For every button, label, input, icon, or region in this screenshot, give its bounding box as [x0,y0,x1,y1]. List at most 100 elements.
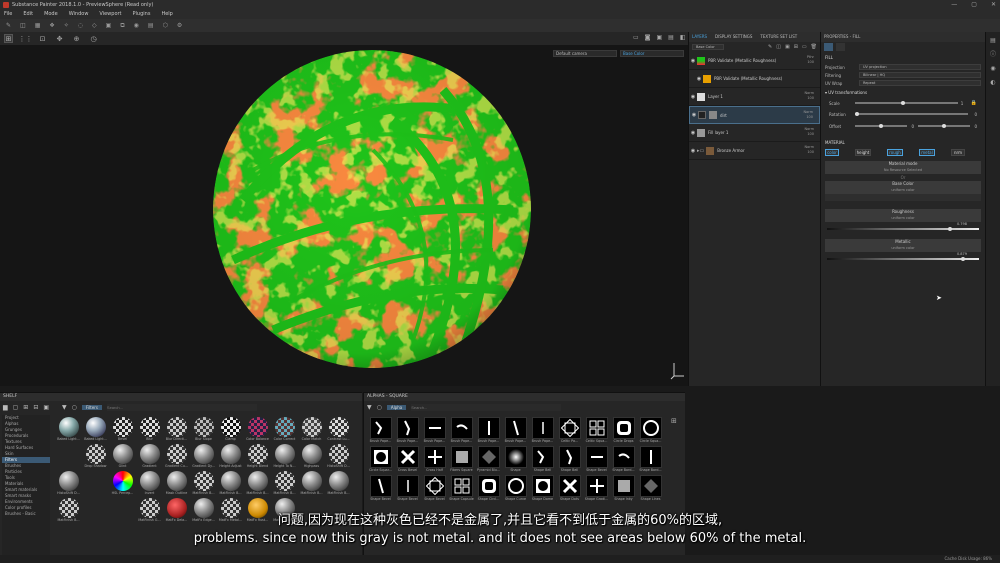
lock-icon[interactable]: 🔒 [971,100,977,106]
add-folder-icon[interactable]: ▭ [802,44,807,50]
alpha-item[interactable]: Shape Gradi... [584,475,609,502]
camera-select[interactable]: Default camera [553,50,617,57]
filter-tag[interactable]: Alpha [386,404,407,410]
alpha-item[interactable]: Shape Capsule [449,475,474,502]
alpha-item[interactable]: Brush Pape... [422,417,447,444]
layer-row-selected[interactable]: ◉ dirt Norm 100 [689,106,820,124]
shelf-search-input[interactable] [106,403,257,411]
shelf-item[interactable]: Baked Light... [56,417,81,442]
uv-transform-header[interactable]: ▾ UV transformations [821,87,985,98]
filtering-select[interactable]: Bilinear | HQ [859,72,981,78]
alpha-item[interactable]: Shape Bevel [395,475,420,502]
add-fill-icon[interactable]: ▣ [785,44,790,50]
menu-window[interactable]: Window [69,10,89,19]
shelf-item[interactable]: MatFinish B... [272,471,297,496]
alpha-item[interactable]: Brush Pape... [530,417,555,444]
shelf-item[interactable]: MatFinish B... [326,471,351,496]
dots-grid-icon[interactable]: ⋮⋮ [19,34,33,43]
shelf-item[interactable]: Clamp [218,417,243,442]
layer-row[interactable]: ◉ PBR Validate (Metallic Roughness) Pthr… [689,52,820,70]
alpha-item[interactable]: Shape Circl... [476,475,501,502]
shelf-item[interactable] [56,444,81,469]
alpha-item[interactable]: Shape Bevel [422,475,447,502]
metal-toggle[interactable]: metal [919,149,935,156]
layer-channel-select[interactable]: Base Color [692,44,724,50]
offset-x-slider[interactable] [855,124,908,128]
shelf-item[interactable]: Bevel [110,417,135,442]
visibility-eye-icon[interactable]: ◉ [689,94,697,100]
height-toggle[interactable]: height [855,149,871,156]
shelf-item[interactable]: Invert [137,471,162,496]
alpha-item[interactable]: Shape Bell [557,446,582,473]
layer-row[interactable]: ◉ Fill layer 1 Norm 100 [689,124,820,142]
projection-tool-icon[interactable]: ▦ [35,22,41,29]
alpha-item[interactable]: Brush Pape... [449,417,474,444]
reload-icon[interactable]: ⊟ [33,404,38,411]
picker-tool-icon[interactable]: ◌ [78,22,83,29]
channel-select[interactable]: Base Color [620,50,684,57]
search-icon[interactable]: ○ [72,404,77,411]
alpha-item[interactable]: Shape [503,446,528,473]
shelf-item[interactable]: Gradient Cu... [164,444,189,469]
preview-sphere[interactable] [213,50,531,368]
uv-wrap-select[interactable]: Repeat [859,80,981,86]
material-mode-box[interactable]: Material mode No Resource Selected [825,161,981,174]
fill-tab-icon[interactable] [824,43,833,51]
alpha-item[interactable]: Brush Pape... [368,417,393,444]
alpha-item[interactable]: Shape Bell [530,446,555,473]
menu-help[interactable]: Help [161,10,172,19]
alpha-item[interactable]: Circle Squar... [368,446,393,473]
shelf-item[interactable]: Height Adjust [218,444,243,469]
settings-icon[interactable]: ⚙ [177,22,182,29]
shelf-item[interactable]: Baked Light... [83,417,108,442]
display-icon[interactable]: ▤ [668,34,674,41]
clone-tool-icon[interactable]: ❖ [49,22,54,29]
layer-row[interactable]: ◉ ▸▭ Bronze Armor Norm 100 [689,142,820,160]
alpha-item[interactable]: Pyramid Blu... [476,446,501,473]
base-color-box[interactable]: Base Color uniform color [825,181,981,194]
visibility-eye-icon[interactable]: ◉ [689,58,697,64]
render-icon[interactable]: ▣ [657,34,663,41]
add-icon[interactable]: ⊕ [72,34,81,43]
roughness-slider[interactable] [827,227,979,232]
shader-icon[interactable]: ◐ [986,76,1000,90]
offset-y-slider[interactable] [918,124,971,128]
eraser-tool-icon[interactable]: ◫ [20,22,26,29]
add-mask-icon[interactable]: ◫ [776,44,781,50]
visibility-eye-icon[interactable]: ◉ [689,130,697,136]
shelf-item[interactable]: Gradient Dy... [191,444,216,469]
menu-file[interactable]: File [4,10,12,19]
shelf-item[interactable]: Contrast Lu... [326,417,351,442]
alpha-item[interactable]: Circle Squa... [638,417,663,444]
color-toggle[interactable]: color [825,149,839,156]
rotation-slider[interactable] [855,112,968,116]
shelf-item[interactable]: Blur Directi... [164,417,189,442]
shelf-item[interactable]: MatFinish B... [218,471,243,496]
shelf-item[interactable]: Gradient [137,444,162,469]
add-effect-icon[interactable]: ✎ [768,44,772,50]
grid-size-icon[interactable]: ⊞ [671,417,677,425]
alpha-item[interactable]: Shape Inky [611,475,636,502]
history-icon[interactable]: ◷ [89,34,98,43]
alpha-item[interactable]: Shape Curve [503,475,528,502]
camera-icon[interactable]: ◙ [645,34,651,41]
alpha-item[interactable]: Shape Bevel [584,446,609,473]
bake-icon[interactable]: ▤ [148,22,154,29]
grid-view-icon[interactable]: ⊞ [4,34,13,43]
alpha-item[interactable]: Brush Pape... [503,417,528,444]
shelf-item[interactable]: MatFinish B... [245,471,270,496]
symmetry-icon[interactable]: ⧉ [120,22,124,30]
rough-toggle[interactable]: rough [887,149,903,156]
layer-row[interactable]: ◉ Layer 1 Norm 100 [689,88,820,106]
menu-plugins[interactable]: Plugins [133,10,151,19]
alpha-item[interactable]: Shape Bevel [368,475,393,502]
share-icon[interactable]: ⬡ [163,22,168,29]
shelf-item[interactable]: Height To N... [272,444,297,469]
nrm-toggle[interactable]: nrm [951,149,965,156]
shelf-item[interactable]: MatFinish B... [191,471,216,496]
menu-mode[interactable]: Mode [44,10,58,19]
alpha-item[interactable]: Cross Bevel [395,446,420,473]
shelf-item[interactable]: HistoShift D... [326,444,351,469]
tab-layers[interactable]: LAYERS [692,32,707,42]
visibility-eye-icon[interactable]: ◉ [689,148,697,154]
